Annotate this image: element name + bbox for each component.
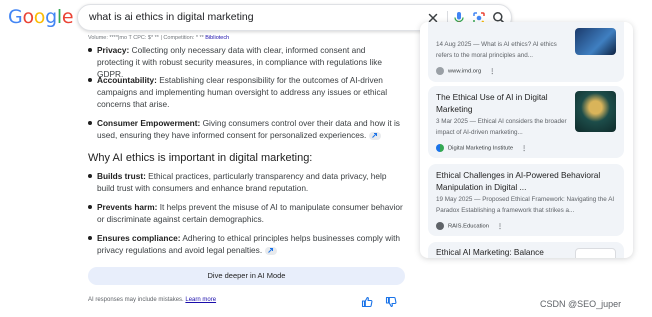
more-options-icon[interactable]: ⋮ — [497, 224, 503, 230]
list-item-title: Ensures compliance: — [97, 233, 181, 243]
seo-meta-text: Volume: ****|mo T CPC: $* ** | Competiti… — [88, 35, 204, 41]
card-snippet: 3 Mar 2025 — Ethical AI considers the br… — [436, 118, 567, 136]
ai-disclaimer: AI responses may include mistakes. Learn… — [88, 297, 216, 303]
card-title: Ethical AI Marketing: Balance — [436, 247, 544, 257]
bullet — [88, 48, 92, 52]
card-source-name: RAIS.Education — [448, 223, 489, 230]
card-title: Ethical Challenges in AI-Powered Behavio… — [436, 170, 601, 192]
card-thumbnail — [575, 91, 616, 132]
bullet — [88, 236, 92, 240]
seo-meta-link[interactable]: Bibliotech — [205, 35, 229, 41]
bullet — [88, 121, 92, 125]
more-options-icon[interactable]: ⋮ — [521, 146, 527, 152]
thumbs-down-icon[interactable] — [385, 296, 397, 308]
card-source: www.imd.org ⋮ — [436, 67, 495, 75]
card-source-name: Digital Marketing Institute — [448, 145, 514, 152]
list-item-title: Prevents harm: — [97, 202, 158, 212]
search-input[interactable]: what is ai ethics in digital marketing — [89, 11, 254, 23]
disclaimer-text: AI responses may include mistakes. — [88, 297, 186, 303]
link-icon — [268, 248, 274, 253]
card-source-name: www.imd.org — [448, 68, 482, 75]
source-card[interactable]: The Ethical Use of AI in Digital Marketi… — [428, 86, 624, 158]
card-thumbnail — [575, 248, 616, 258]
rais-favicon-icon — [436, 222, 444, 230]
seo-meta-line: Volume: ****|mo T CPC: $* ** | Competiti… — [88, 35, 229, 41]
list-item-title: Consumer Empowerment: — [97, 118, 201, 128]
card-source: RAIS.Education ⋮ — [436, 222, 503, 230]
section-heading: Why AI ethics is important in digital ma… — [88, 152, 313, 164]
card-thumbnail — [575, 28, 616, 55]
bullet — [88, 78, 92, 82]
source-link-chip[interactable] — [265, 247, 278, 256]
list-item-title: Builds trust: — [97, 171, 146, 181]
sources-panel: 14 Aug 2025 — What is AI ethics? AI ethi… — [420, 22, 633, 258]
logo-letter: e — [61, 6, 74, 28]
dmi-favicon-icon — [436, 144, 444, 152]
bullet — [88, 174, 92, 178]
source-card[interactable]: 14 Aug 2025 — What is AI ethics? AI ethi… — [428, 22, 624, 82]
logo-letter: g — [45, 6, 57, 28]
thumbs-up-icon[interactable] — [361, 296, 373, 308]
google-logo[interactable]: Google — [8, 6, 74, 28]
link-icon — [372, 133, 378, 138]
bullet — [88, 205, 92, 209]
logo-letter: o — [33, 6, 46, 28]
logo-letter: o — [22, 6, 34, 28]
learn-more-link[interactable]: Learn more — [185, 297, 216, 303]
source-link-chip[interactable] — [369, 132, 382, 141]
csdn-watermark: CSDN @SEO_juper — [540, 299, 622, 309]
more-options-icon[interactable]: ⋮ — [489, 69, 495, 75]
card-snippet: 14 Aug 2025 — What is AI ethics? AI ethi… — [436, 41, 557, 59]
source-card[interactable]: Ethical Challenges in AI-Powered Behavio… — [428, 164, 624, 236]
list-item-title: Accountability: — [97, 75, 157, 85]
dive-deeper-ai-mode-button[interactable]: Dive deeper in AI Mode — [88, 267, 405, 285]
list-item-title: Privacy: — [97, 45, 130, 55]
imd-favicon-icon — [436, 67, 444, 75]
card-snippet: 19 May 2025 — Proposed Ethical Framework… — [436, 196, 615, 214]
logo-letter: G — [8, 6, 23, 28]
source-card[interactable]: Ethical AI Marketing: Balance — [428, 242, 624, 258]
card-title: The Ethical Use of AI in Digital Marketi… — [436, 92, 548, 114]
card-source: Digital Marketing Institute ⋮ — [436, 144, 527, 152]
